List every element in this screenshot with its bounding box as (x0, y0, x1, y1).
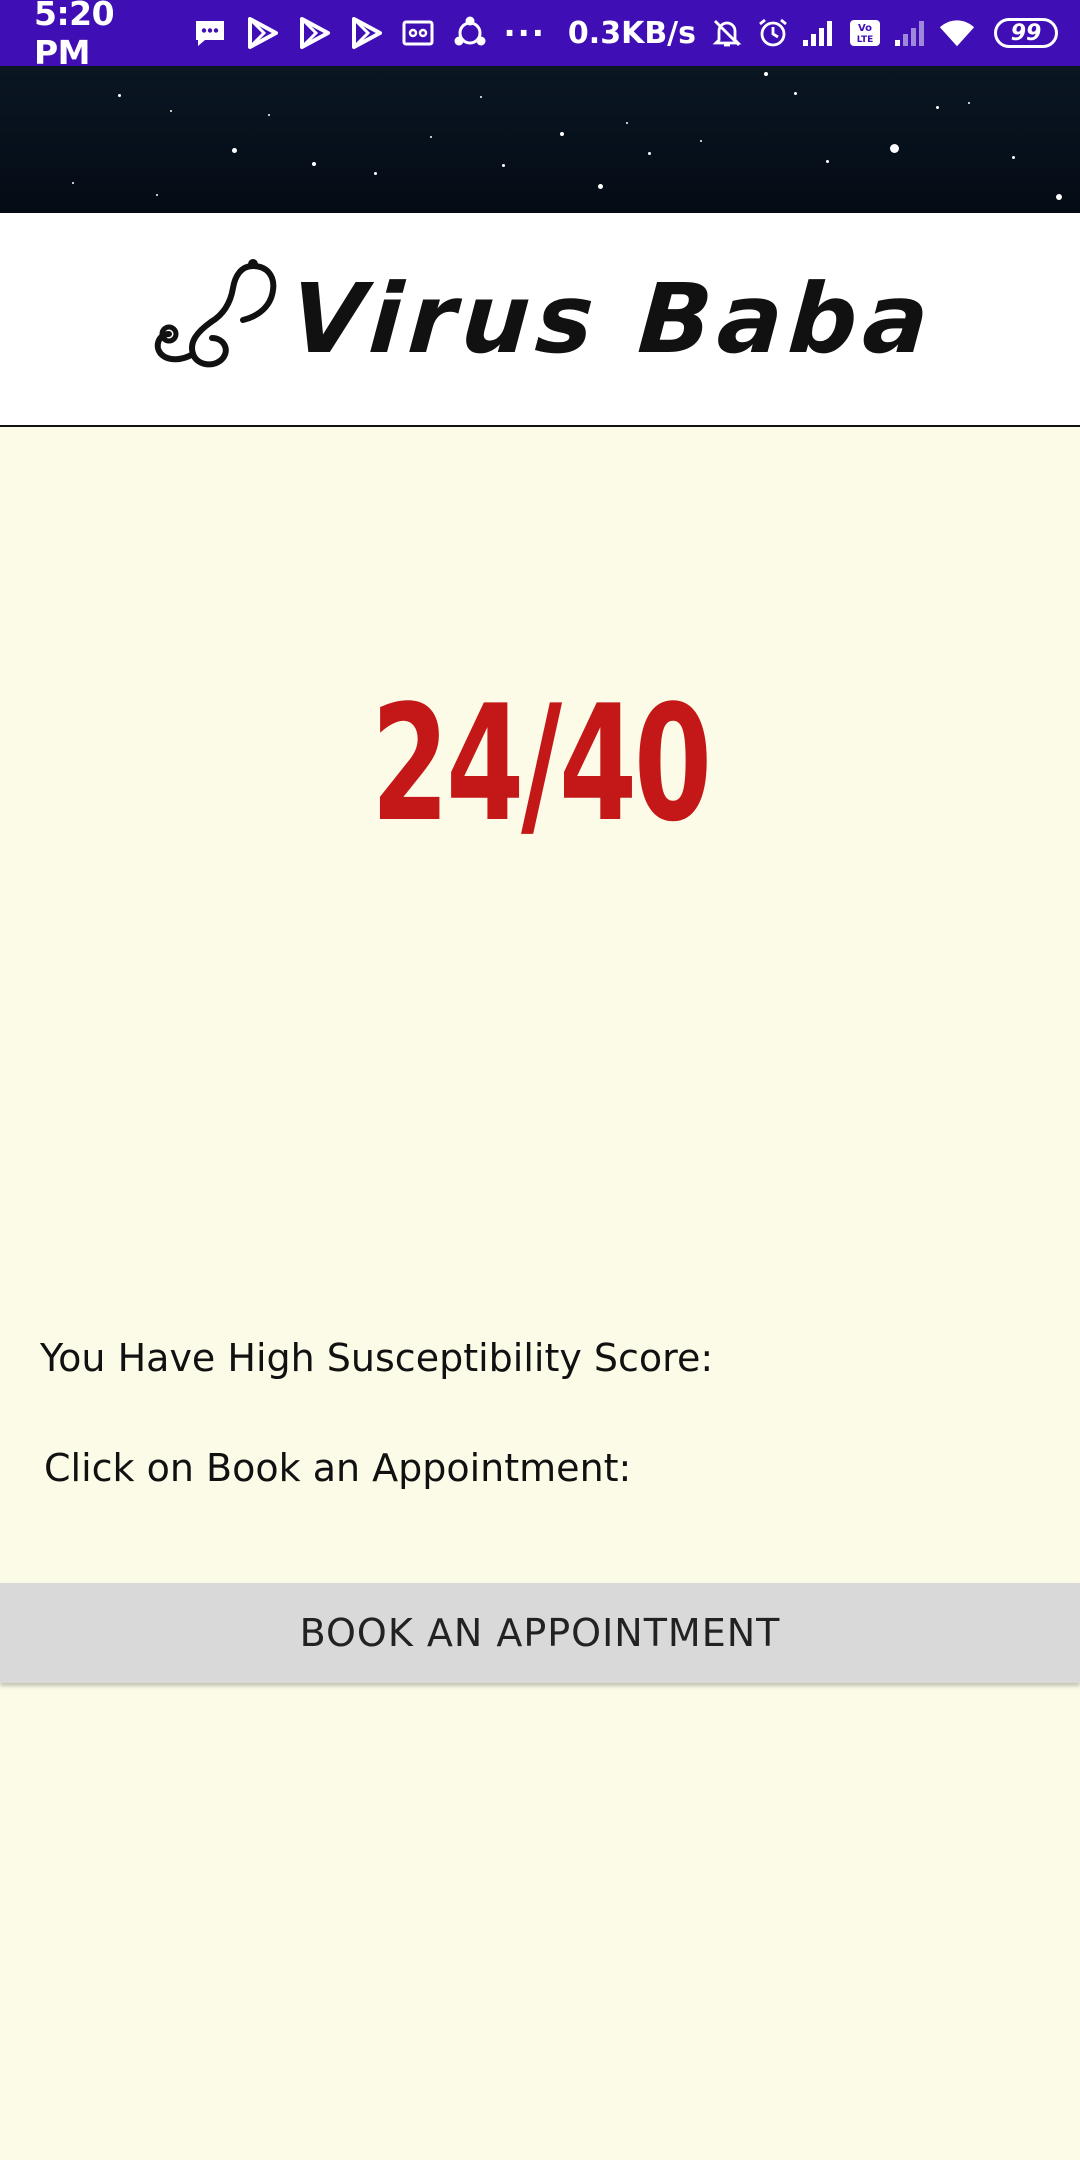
header-starfield-banner (0, 66, 1080, 213)
svg-text:LTE: LTE (857, 35, 874, 45)
stethoscope-icon (145, 252, 285, 386)
more-notifications-indicator: ··· (503, 14, 546, 52)
logo-text: Virus Baba (287, 263, 939, 375)
notification-icons (191, 14, 489, 52)
mute-bell-icon (708, 14, 746, 52)
signal-icon (800, 14, 838, 52)
wifi-icon (938, 14, 976, 52)
score-display: 24/40 (371, 670, 712, 857)
system-icons: Vo LTE 99 (708, 14, 1058, 52)
status-bar: 5:20 PM ··· 0.3KB/s Vo LTE 99 (0, 0, 1080, 72)
susceptibility-message: You Have High Susceptibility Score: (40, 1336, 714, 1380)
share-icon (451, 14, 489, 52)
signal-weak-icon (892, 14, 930, 52)
network-speed: 0.3KB/s (567, 15, 696, 51)
card-icon (399, 14, 437, 52)
book-appointment-button[interactable]: BOOK AN APPOINTMENT (0, 1583, 1080, 1683)
alarm-icon (754, 14, 792, 52)
app-header: Virus Baba (0, 213, 1080, 427)
status-time: 5:20 PM (34, 0, 115, 72)
svg-text:Vo: Vo (858, 23, 872, 34)
battery-indicator: 99 (994, 18, 1058, 48)
appointment-prompt: Click on Book an Appointment: (44, 1446, 632, 1490)
volte-icon: Vo LTE (846, 14, 884, 52)
app-logo: Virus Baba (145, 252, 939, 386)
play-icon (243, 14, 281, 52)
play-icon (347, 14, 385, 52)
play-icon (295, 14, 333, 52)
message-icon (191, 14, 229, 52)
